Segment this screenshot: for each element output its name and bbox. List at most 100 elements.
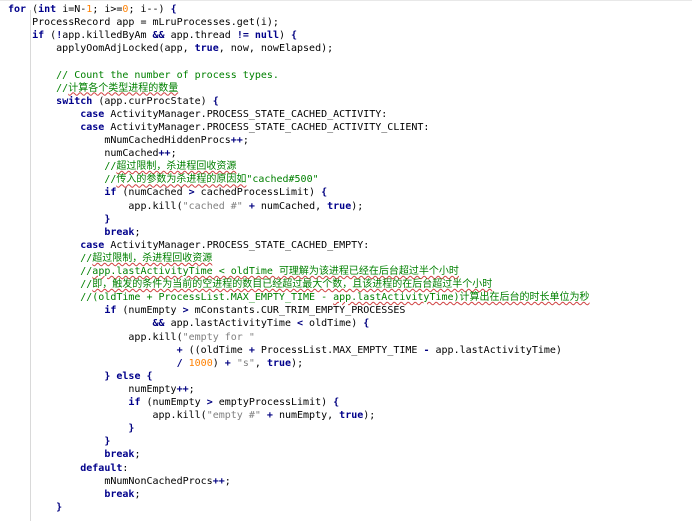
code-token: null: [254, 30, 279, 42]
code-token: app.lastActivityTime): [333, 292, 460, 304]
code-line: }: [8, 213, 110, 226]
code-line: }: [8, 422, 134, 435]
code-line: //超过限制，杀进程回收资源: [8, 160, 236, 173]
code-token: mNumNonCachedProcs: [8, 475, 213, 487]
code-token: for: [8, 4, 27, 15]
code-token: case: [80, 239, 105, 251]
code-token: {: [363, 318, 370, 330]
code-token: ActivityManager.PROCESS_STATE_CACHED_ACT…: [104, 108, 388, 120]
code-line: app.kill("empty for ": [8, 331, 255, 344]
code-token: :: [122, 462, 129, 474]
code-token: //: [8, 174, 117, 186]
code-token: //: [8, 161, 117, 173]
code-line: numCached++;: [8, 147, 177, 160]
code-token: (numEmpty: [140, 397, 207, 408]
code-token: int: [38, 4, 57, 15]
code-token: ;: [224, 475, 231, 487]
code-token: true: [327, 200, 352, 212]
code-token: app.lastActivityTime: [164, 318, 297, 330]
code-token: //: [8, 82, 69, 94]
code-token: "empty #": [206, 410, 261, 422]
code-token: , now, nowElapsed);: [218, 43, 334, 55]
code-token: numCached: [8, 148, 159, 160]
code-token: "s": [236, 357, 255, 369]
code-token: }: [128, 423, 135, 435]
code-token: switch: [56, 95, 93, 107]
code-token: ++: [230, 135, 243, 146]
code-line: / 1000) + "s", true);: [8, 357, 304, 370]
code-line: app.kill("cached #" + numCached, true);: [8, 200, 363, 213]
code-token: cachedProcessLimit): [194, 187, 322, 199]
code-line: case ActivityManager.PROCESS_STATE_CACHE…: [8, 121, 429, 134]
code-line: } else {: [8, 370, 153, 383]
code-line: break;: [8, 488, 140, 501]
code-line: }: [8, 501, 62, 514]
code-line: app.kill("empty #" + numEmpty, true);: [8, 409, 375, 422]
code-token: ;: [170, 148, 177, 160]
code-token: 即，触发的条件为当前的空进程的数目已经超过最大个数，且该进程的在后台超过半个小时: [92, 279, 493, 291]
code-token: if: [104, 305, 117, 317]
code-token: (app.curProcState): [92, 95, 213, 107]
code-token: app.thread: [164, 30, 237, 42]
code-token: !=: [236, 30, 249, 42]
code-token: {: [321, 187, 328, 199]
code-token: ActivityManager.PROCESS_STATE_CACHED_EMP…: [104, 239, 370, 251]
code-token: oldTime): [303, 318, 364, 330]
code-token: );: [363, 410, 376, 422]
code-token: (: [26, 4, 39, 15]
code-token: numEmpty: [8, 383, 177, 395]
code-token: "cached #": [182, 200, 243, 212]
code-token: "empty for ": [182, 331, 255, 343]
code-line: mNumCachedHiddenProcs++;: [8, 134, 249, 147]
code-token: ProcessList.MAX_EMPTY_TIME: [254, 344, 424, 356]
code-line: default:: [8, 462, 128, 475]
code-token: &&: [152, 318, 165, 330]
code-token: break: [104, 449, 135, 461]
code-line: numEmpty++;: [8, 383, 195, 396]
code-token: ++: [212, 475, 225, 487]
code-token: 1000: [188, 357, 213, 369]
code-token: ,: [254, 357, 267, 369]
code-line: case ActivityManager.PROCESS_STATE_CACHE…: [8, 239, 369, 252]
code-token: 超过限制，杀进程回收资源: [92, 252, 213, 264]
code-token: break: [104, 226, 135, 238]
code-token: default: [80, 462, 123, 474]
code-token: true: [194, 43, 219, 55]
code-line: && app.lastActivityTime < oldTime) {: [8, 317, 370, 330]
code-token: }: [56, 501, 63, 513]
code-token: ;: [188, 383, 195, 395]
code-token: emptyProcessLimit): [212, 397, 334, 408]
code-editor[interactable]: for (int i=N-1; i>=0; i--) { ProcessReco…: [0, 0, 692, 521]
code-token: if: [32, 30, 45, 42]
code-token: case: [80, 121, 105, 133]
code-token: {: [333, 397, 340, 408]
code-token: app.kill(: [8, 331, 183, 343]
code-token: else: [116, 370, 141, 382]
code-line: //即，触发的条件为当前的空进程的数目已经超过最大个数，且该进程的在后台超过半个…: [8, 278, 492, 291]
code-line: switch (app.curProcState) {: [8, 95, 219, 108]
code-token: true: [266, 357, 292, 369]
code-token: ;: [134, 226, 141, 238]
code-token: (: [44, 30, 57, 42]
code-line: if (numCached > cachedProcessLimit) {: [8, 186, 327, 199]
code-token: {: [146, 370, 153, 382]
code-token: break: [104, 488, 135, 500]
code-line: if (!app.killedByAm && app.thread != nul…: [8, 29, 297, 42]
code-line: mNumNonCachedProcs++;: [8, 475, 231, 488]
code-token: ((oldTime: [182, 344, 249, 356]
code-token: mConstants.CUR_TRIM_EMPTY_PROCESSES: [188, 305, 406, 317]
code-token: 计算出在后台的时长单位为秒: [459, 292, 590, 304]
